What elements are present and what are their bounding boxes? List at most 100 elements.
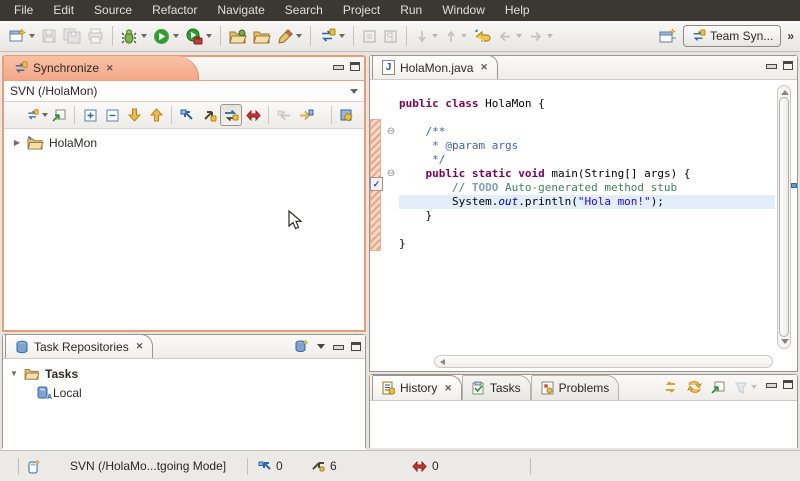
- perspective-overflow-chevron[interactable]: »: [787, 29, 794, 43]
- previous-change-button[interactable]: [145, 104, 167, 126]
- update-all-button[interactable]: [273, 104, 295, 126]
- refresh-icon[interactable]: [663, 380, 678, 394]
- code-line[interactable]: */: [383, 153, 775, 167]
- print-button[interactable]: [84, 24, 107, 48]
- open-resource-folder-button[interactable]: [250, 24, 274, 48]
- show-whitespace-button[interactable]: [380, 24, 401, 48]
- menu-navigate[interactable]: Navigate: [207, 0, 274, 21]
- tab-holamon-java[interactable]: J HolaMon.java ✕: [372, 55, 498, 79]
- tab-problems[interactable]: Problems: [531, 375, 620, 400]
- tab-task-repositories[interactable]: Task Repositories ✕: [5, 334, 153, 358]
- menu-edit[interactable]: Edit: [43, 0, 84, 21]
- dropdown-arrow[interactable]: [339, 34, 345, 38]
- perspective-team-sync-button[interactable]: Team Syn...: [683, 25, 781, 47]
- save-button[interactable]: [38, 24, 60, 48]
- code-line[interactable]: // TODO Auto-generated method stub: [383, 181, 775, 195]
- close-icon[interactable]: ✕: [106, 63, 114, 74]
- minimize-icon[interactable]: [766, 380, 776, 389]
- menu-file[interactable]: File: [4, 0, 43, 21]
- dropdown-arrow[interactable]: [141, 34, 147, 38]
- team-sync-action-button[interactable]: [316, 24, 348, 48]
- next-annotation-button[interactable]: [412, 24, 441, 48]
- close-icon[interactable]: ✕: [480, 62, 488, 73]
- close-icon[interactable]: ✕: [136, 341, 144, 352]
- add-repository-icon[interactable]: [294, 339, 309, 354]
- commit-all-button[interactable]: [295, 104, 317, 126]
- new-wizard-button[interactable]: [6, 24, 38, 48]
- dropdown-arrow[interactable]: [547, 34, 553, 38]
- menu-window[interactable]: Window: [432, 0, 495, 21]
- menu-refactor[interactable]: Refactor: [142, 0, 207, 21]
- maximize-icon[interactable]: [783, 380, 793, 389]
- dropdown-arrow[interactable]: [432, 34, 438, 38]
- debug-button[interactable]: [118, 24, 150, 48]
- fold-collapse-icon[interactable]: ⊖: [383, 125, 399, 139]
- code-line[interactable]: }: [383, 209, 775, 223]
- vertical-scrollbar[interactable]: [777, 85, 791, 349]
- tab-history[interactable]: History ✕: [372, 375, 462, 400]
- menu-search[interactable]: Search: [275, 0, 333, 21]
- synchronize-dropdown-button[interactable]: [26, 104, 48, 126]
- forward-button[interactable]: [525, 24, 556, 48]
- dropdown-arrow[interactable]: [206, 34, 212, 38]
- change-sets-button[interactable]: [336, 104, 358, 126]
- tree-item-tasks[interactable]: ▼ Tasks: [3, 364, 365, 383]
- close-icon[interactable]: ✕: [444, 383, 452, 394]
- code-line[interactable]: [383, 223, 775, 237]
- chevron-down-icon[interactable]: [350, 89, 358, 94]
- expander-icon[interactable]: ▼: [9, 369, 19, 378]
- dropdown-arrow[interactable]: [29, 34, 35, 38]
- maximize-icon[interactable]: [783, 61, 793, 70]
- previous-annotation-button[interactable]: [441, 24, 470, 48]
- minimize-icon[interactable]: [333, 62, 343, 71]
- scroll-up-icon[interactable]: [781, 90, 789, 95]
- both-mode-button[interactable]: [220, 104, 242, 126]
- minimize-icon[interactable]: [333, 342, 343, 351]
- mark-occurrences-button[interactable]: [359, 24, 380, 48]
- menu-project[interactable]: Project: [333, 0, 390, 21]
- pin-editor-icon[interactable]: [711, 381, 725, 394]
- conflicts-mode-button[interactable]: [242, 104, 264, 126]
- view-menu-icon[interactable]: [317, 344, 325, 349]
- scroll-down-icon[interactable]: [781, 339, 789, 344]
- filter-icon[interactable]: [734, 381, 748, 394]
- last-edit-location-button[interactable]: [470, 24, 494, 48]
- minimize-icon[interactable]: [766, 61, 776, 70]
- maximize-icon[interactable]: [351, 342, 361, 351]
- run-button[interactable]: [150, 24, 182, 48]
- code-line[interactable]: }: [383, 237, 775, 251]
- scroll-left-icon[interactable]: [440, 359, 445, 365]
- dropdown-arrow[interactable]: [461, 34, 467, 38]
- code-line[interactable]: System.out.println("Hola mon!");: [383, 195, 775, 209]
- scrollbar-thumb[interactable]: [779, 97, 789, 337]
- dropdown-arrow[interactable]: [516, 34, 522, 38]
- menu-help[interactable]: Help: [495, 0, 540, 21]
- overview-ruler-marker[interactable]: [791, 183, 797, 188]
- menu-run[interactable]: Run: [390, 0, 432, 21]
- external-tools-button[interactable]: [182, 24, 215, 48]
- sync-marker-icon[interactable]: ✓: [370, 177, 383, 191]
- open-perspective-icon[interactable]: [659, 28, 677, 44]
- tab-synchronize[interactable]: Synchronize ✕: [4, 56, 199, 80]
- dropdown-arrow[interactable]: [296, 34, 302, 38]
- dropdown-arrow[interactable]: [173, 34, 179, 38]
- menu-source[interactable]: Source: [84, 0, 142, 21]
- code-line[interactable]: public class HolaMon {: [383, 97, 775, 111]
- code-editor[interactable]: public class HolaMon { ⊖ /** * @param arg…: [370, 81, 797, 371]
- open-project-folder-button[interactable]: [226, 24, 250, 48]
- back-button[interactable]: [494, 24, 525, 48]
- link-with-editor-icon[interactable]: [687, 380, 702, 394]
- tab-tasks[interactable]: Tasks: [462, 375, 531, 400]
- incoming-mode-button[interactable]: [176, 104, 198, 126]
- fold-collapse-icon[interactable]: ⊖: [383, 167, 399, 181]
- tree-item-holamon[interactable]: ▶ HolaMon: [4, 133, 364, 152]
- maximize-icon[interactable]: [350, 62, 360, 71]
- pin-synchronization-button[interactable]: [48, 104, 70, 126]
- code-line[interactable]: ⊖ /**: [383, 125, 775, 139]
- save-all-button[interactable]: [60, 24, 84, 48]
- expand-all-button[interactable]: [79, 104, 101, 126]
- expander-icon[interactable]: ▶: [12, 138, 22, 147]
- code-line[interactable]: * @param args: [383, 139, 775, 153]
- code-line[interactable]: ⊖ public static void main(String[] args)…: [383, 167, 775, 181]
- horizontal-scrollbar[interactable]: [434, 355, 773, 368]
